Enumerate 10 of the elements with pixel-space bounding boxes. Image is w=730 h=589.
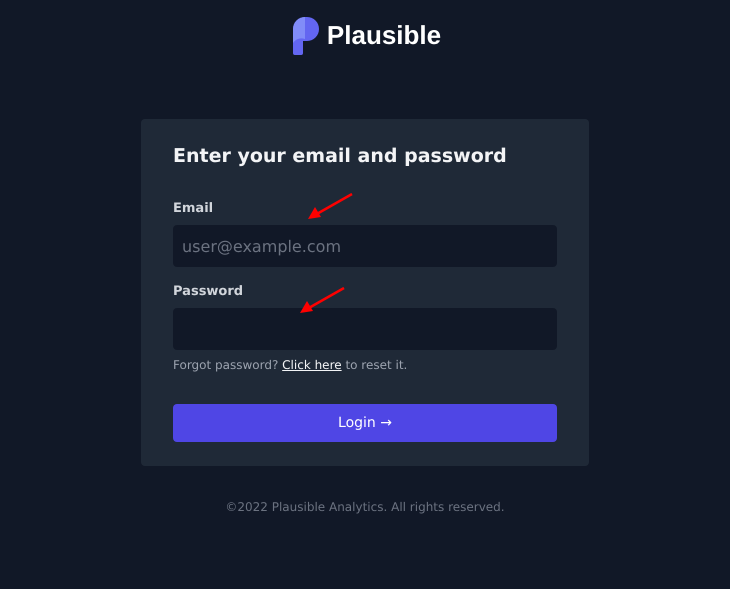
- reset-link[interactable]: Click here: [282, 358, 342, 372]
- input-field[interactable]: user@example.com: [173, 225, 557, 267]
- brand-name: Plausible: [326, 20, 442, 50]
- forgot-password-text: Forgot password? Click here to reset it.: [173, 358, 408, 372]
- copyright-text: ©2022 Plausible Analytics. All rights reserved.: [225, 500, 505, 514]
- field-label: Email: [173, 201, 214, 216]
- form-title: Enter your email and password: [173, 145, 508, 167]
- login-button[interactable]: Login →: [173, 404, 557, 442]
- field-label: Password: [173, 284, 244, 299]
- input-field[interactable]: [173, 308, 557, 350]
